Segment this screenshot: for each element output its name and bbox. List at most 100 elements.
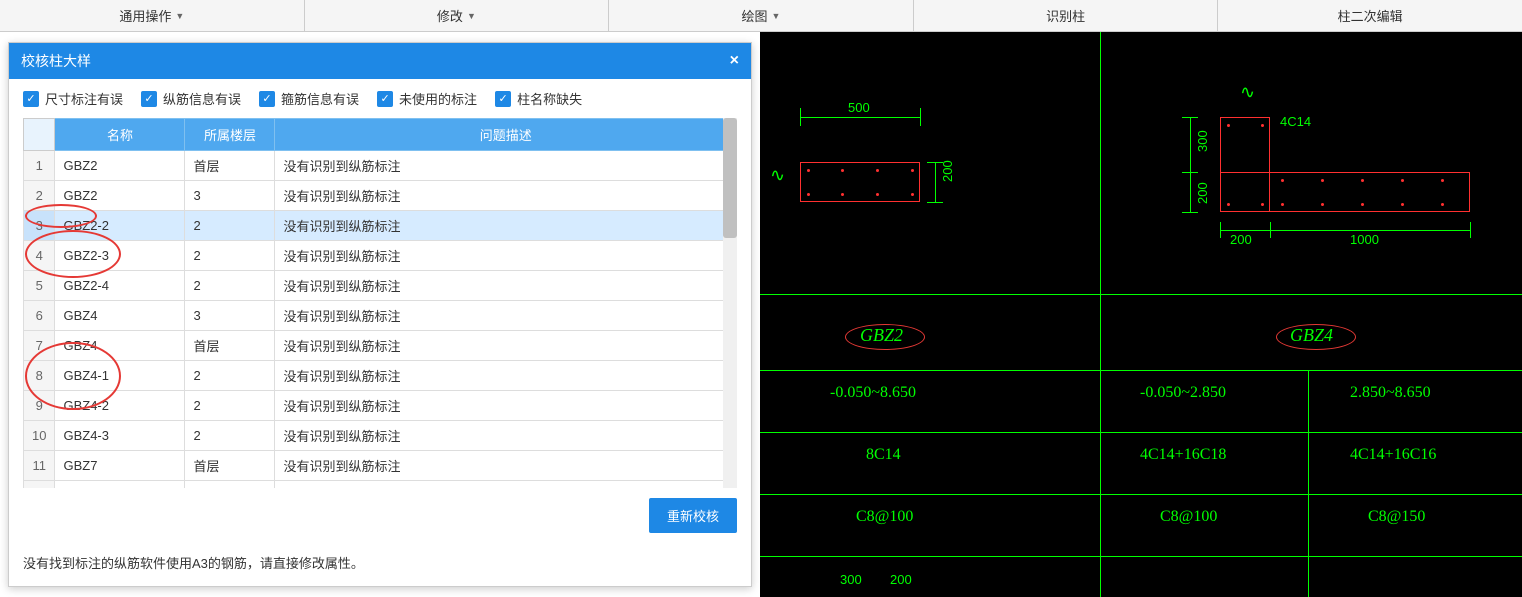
row-name: GBZ4-3: [55, 421, 185, 451]
table-row[interactable]: 10GBZ4-32没有识别到纵筋标注: [24, 421, 737, 451]
gbz4-rebar-l: 4C14+16C18: [1140, 446, 1226, 464]
row-index: 3: [24, 211, 55, 241]
table-row[interactable]: 4GBZ2-32没有识别到纵筋标注: [24, 241, 737, 271]
row-desc: 没有识别到纵筋标注: [275, 451, 737, 481]
gbz2-stirrup: C8@100: [856, 508, 913, 526]
row-index: 10: [24, 421, 55, 451]
issues-table: 名称 所属楼层 问题描述 1GBZ2首层没有识别到纵筋标注2GBZ23没有识别到…: [23, 118, 737, 488]
label-gbz2: GBZ2: [860, 325, 903, 346]
row-name: GBZ7: [55, 481, 185, 489]
row-index: 7: [24, 331, 55, 361]
toolbar-item-modify[interactable]: 修改▼: [305, 0, 610, 31]
col-header-name[interactable]: 名称: [55, 119, 185, 151]
checkbox-icon: ✓: [377, 91, 393, 107]
row-desc: 没有识别到纵筋标注: [275, 271, 737, 301]
table-row[interactable]: 7GBZ4首层没有识别到纵筋标注: [24, 331, 737, 361]
checkbox-icon: ✓: [23, 91, 39, 107]
chevron-down-icon: ▼: [467, 11, 476, 21]
row-index: 4: [24, 241, 55, 271]
row-desc: 没有识别到纵筋标注: [275, 151, 737, 181]
break-symbol: ∿: [1240, 82, 1255, 103]
chevron-down-icon: ▼: [772, 11, 781, 21]
checkbox-dimension-error[interactable]: ✓尺寸标注有误: [23, 89, 123, 108]
dim-200h: 200: [1230, 232, 1252, 247]
table-row[interactable]: 12GBZ73没有识别到纵筋标注: [24, 481, 737, 489]
toolbar-item-general[interactable]: 通用操作▼: [0, 0, 305, 31]
row-index: 11: [24, 451, 55, 481]
top-toolbar: 通用操作▼ 修改▼ 绘图▼ 识别柱 柱二次编辑: [0, 0, 1522, 32]
row-name: GBZ4: [55, 331, 185, 361]
dim-500: 500: [848, 100, 870, 115]
row-floor: 2: [185, 271, 275, 301]
gbz4-rebar-r: 4C14+16C16: [1350, 446, 1436, 464]
row-desc: 没有识别到纵筋标注: [275, 331, 737, 361]
toolbar-item-column-secondary-edit[interactable]: 柱二次编辑: [1218, 0, 1522, 31]
table-row[interactable]: 3GBZ2-22没有识别到纵筋标注: [24, 211, 737, 241]
chevron-down-icon: ▼: [175, 11, 184, 21]
row-desc: 没有识别到纵筋标注: [275, 391, 737, 421]
dialog-title: 校核柱大样: [21, 51, 91, 71]
table-row[interactable]: 11GBZ7首层没有识别到纵筋标注: [24, 451, 737, 481]
row-floor: 首层: [185, 331, 275, 361]
dim-300: 300: [840, 572, 862, 587]
dialog-header: 校核柱大样 ×: [9, 43, 751, 79]
row-floor: 2: [185, 391, 275, 421]
table-row[interactable]: 8GBZ4-12没有识别到纵筋标注: [24, 361, 737, 391]
row-index: 1: [24, 151, 55, 181]
toolbar-item-identify-column[interactable]: 识别柱: [914, 0, 1219, 31]
row-name: GBZ2-4: [55, 271, 185, 301]
row-floor: 3: [185, 301, 275, 331]
checkbox-column-name-missing[interactable]: ✓柱名称缺失: [495, 89, 582, 108]
section-gbz2: [800, 162, 920, 202]
checkbox-icon: ✓: [495, 91, 511, 107]
left-pane: 校核柱大样 × ✓尺寸标注有误 ✓纵筋信息有误 ✓箍筋信息有误 ✓未使用的标注 …: [0, 32, 760, 597]
gbz2-rebar: 8C14: [866, 446, 901, 464]
checkbox-longitudinal-error[interactable]: ✓纵筋信息有误: [141, 89, 241, 108]
recheck-button[interactable]: 重新校核: [649, 498, 737, 533]
col-header-desc[interactable]: 问题描述: [275, 119, 737, 151]
dim-4c14: 4C14: [1280, 114, 1311, 129]
section-gbz4-horiz: [1220, 172, 1470, 212]
table-row[interactable]: 6GBZ43没有识别到纵筋标注: [24, 301, 737, 331]
row-name: GBZ2: [55, 151, 185, 181]
row-floor: 首层: [185, 451, 275, 481]
label-gbz4: GBZ4: [1290, 325, 1333, 346]
row-index: 5: [24, 271, 55, 301]
checkbox-stirrup-error[interactable]: ✓箍筋信息有误: [259, 89, 359, 108]
row-desc: 没有识别到纵筋标注: [275, 481, 737, 489]
table-scrollbar[interactable]: [723, 118, 737, 488]
gbz4-stirrup-l: C8@100: [1160, 508, 1217, 526]
break-symbol: ∿: [770, 165, 785, 186]
row-floor: 3: [185, 181, 275, 211]
filter-checkbox-row: ✓尺寸标注有误 ✓纵筋信息有误 ✓箍筋信息有误 ✓未使用的标注 ✓柱名称缺失: [9, 79, 751, 118]
row-index: 8: [24, 361, 55, 391]
table-row[interactable]: 9GBZ4-22没有识别到纵筋标注: [24, 391, 737, 421]
table-row[interactable]: 2GBZ23没有识别到纵筋标注: [24, 181, 737, 211]
col-header-index: [24, 119, 55, 151]
row-desc: 没有识别到纵筋标注: [275, 421, 737, 451]
row-desc: 没有识别到纵筋标注: [275, 361, 737, 391]
checkbox-unused-annotation[interactable]: ✓未使用的标注: [377, 89, 477, 108]
dim-300v: 300: [1195, 130, 1210, 152]
row-name: GBZ7: [55, 451, 185, 481]
scrollbar-thumb[interactable]: [723, 118, 737, 238]
dim-1000: 1000: [1350, 232, 1379, 247]
row-desc: 没有识别到纵筋标注: [275, 241, 737, 271]
row-desc: 没有识别到纵筋标注: [275, 181, 737, 211]
row-name: GBZ2-2: [55, 211, 185, 241]
gbz2-elevation: -0.050~8.650: [830, 384, 916, 402]
row-index: 6: [24, 301, 55, 331]
table-row[interactable]: 5GBZ2-42没有识别到纵筋标注: [24, 271, 737, 301]
row-floor: 2: [185, 421, 275, 451]
row-index: 2: [24, 181, 55, 211]
cad-viewport[interactable]: 500 ∿ 200 GBZ2 -0.050~8.650 8C14 C8@100 …: [760, 32, 1522, 597]
gbz4-stirrup-r: C8@150: [1368, 508, 1425, 526]
table-row[interactable]: 1GBZ2首层没有识别到纵筋标注: [24, 151, 737, 181]
row-name: GBZ4-2: [55, 391, 185, 421]
col-header-floor[interactable]: 所属楼层: [185, 119, 275, 151]
issues-table-wrap: 名称 所属楼层 问题描述 1GBZ2首层没有识别到纵筋标注2GBZ23没有识别到…: [9, 118, 751, 488]
toolbar-item-draw[interactable]: 绘图▼: [609, 0, 914, 31]
dim-200: 200: [940, 160, 955, 182]
row-index: 9: [24, 391, 55, 421]
close-icon[interactable]: ×: [730, 52, 739, 70]
